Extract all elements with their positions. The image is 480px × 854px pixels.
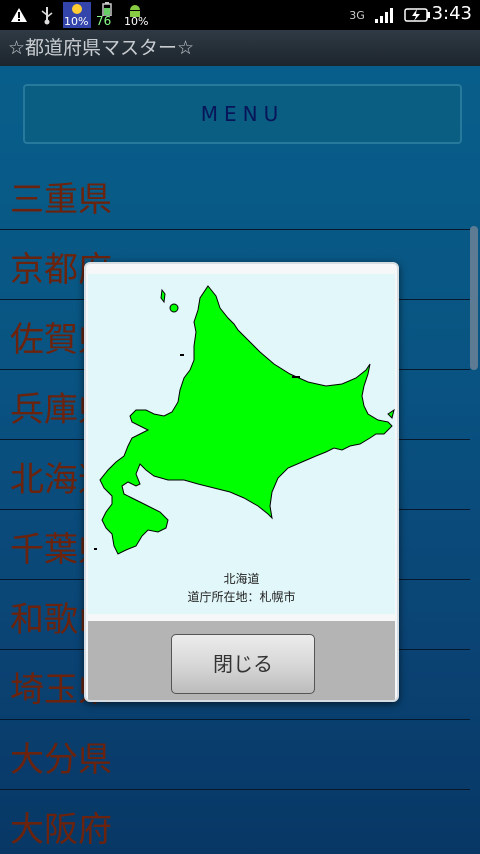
weather-percent: 10% bbox=[64, 15, 89, 28]
rishiri-island bbox=[169, 303, 179, 313]
usb-icon bbox=[38, 4, 56, 26]
battery-charging-icon bbox=[402, 4, 432, 26]
hokkaido-shape bbox=[99, 285, 393, 555]
capital-label: 道庁所在地：札幌市 bbox=[187, 590, 296, 604]
close-button[interactable]: 閉じる bbox=[171, 634, 315, 694]
signal-icon bbox=[372, 4, 396, 26]
dialog-button-panel: 閉じる bbox=[88, 621, 395, 700]
status-bar: 10% 76 10% 3G 3:43 bbox=[0, 0, 480, 30]
hokkaido-map-icon bbox=[94, 285, 395, 555]
notsuke-spit bbox=[292, 376, 300, 378]
battery-widget-value: 76 bbox=[96, 14, 112, 28]
battery-widget-icon: 76 bbox=[96, 2, 118, 28]
status-clock: 3:43 bbox=[431, 3, 472, 24]
rebun-island bbox=[160, 288, 166, 304]
okushiri-island bbox=[94, 548, 97, 550]
warning-icon bbox=[8, 4, 30, 26]
prefecture-dialog: 北海道 道庁所在地：札幌市 閉じる bbox=[84, 262, 399, 702]
map-panel: 北海道 道庁所在地：札幌市 bbox=[88, 274, 395, 614]
prefecture-name: 北海道 bbox=[223, 572, 260, 586]
android-widget-percent: 10% bbox=[124, 15, 149, 28]
app-title: ☆都道府県マスター☆ bbox=[8, 37, 195, 59]
android-widget-icon: 10% bbox=[122, 2, 150, 28]
teuri-island bbox=[180, 354, 184, 356]
kunashiri-island bbox=[387, 408, 395, 419]
weather-widget-icon: 10% bbox=[63, 2, 91, 28]
app-title-bar: ☆都道府県マスター☆ bbox=[0, 30, 480, 66]
3g-icon: 3G bbox=[349, 8, 365, 22]
